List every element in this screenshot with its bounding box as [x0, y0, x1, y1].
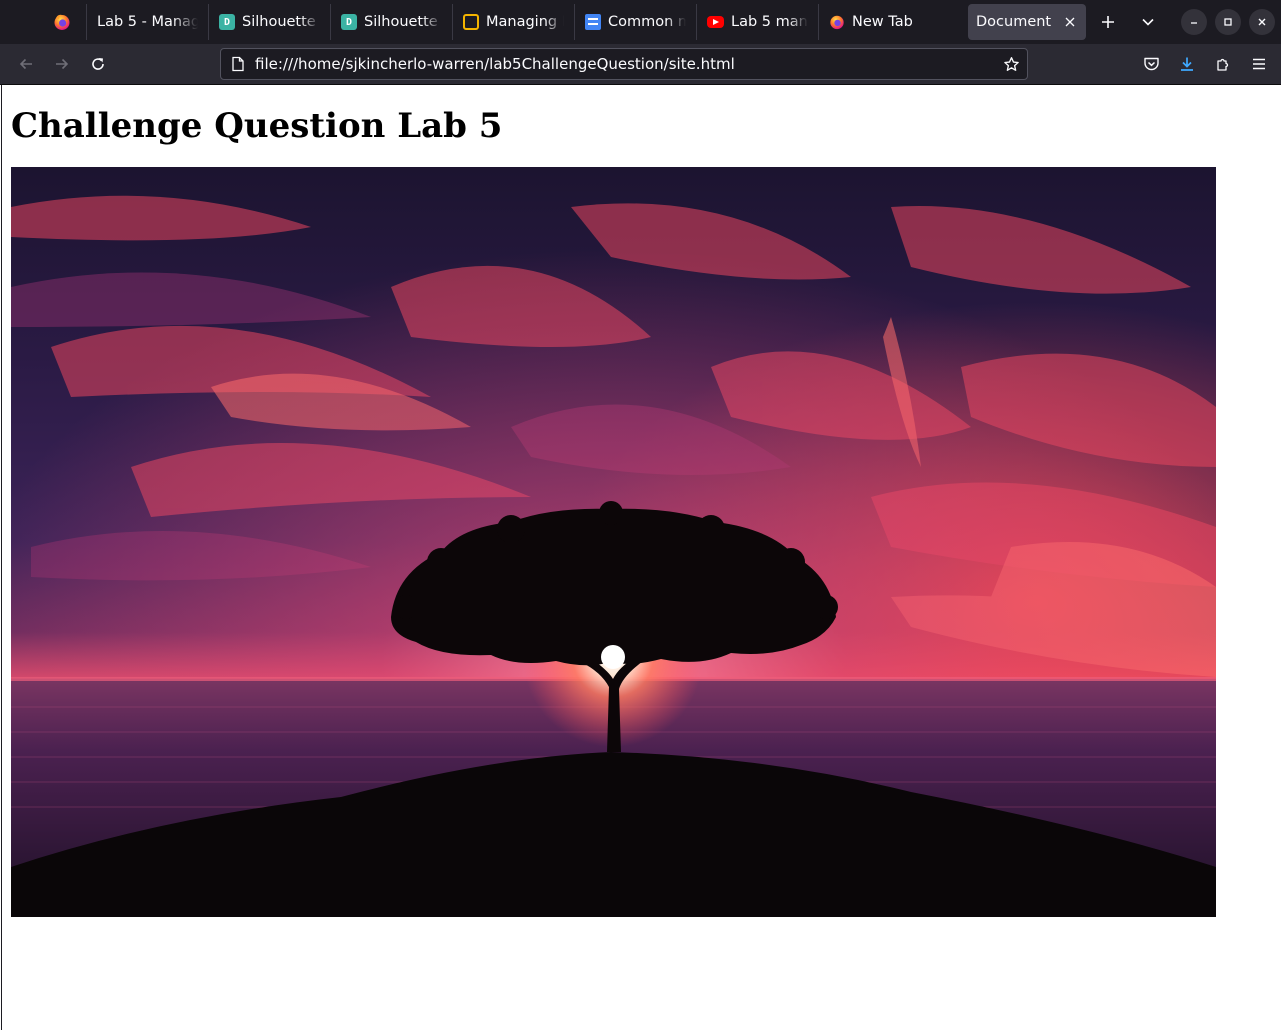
close-tab-button[interactable] [1062, 14, 1078, 30]
slides-icon [463, 14, 479, 30]
reload-button[interactable] [80, 48, 116, 80]
tab-lab5-managing[interactable]: Lab 5 - Managing [86, 4, 208, 40]
toolbar-right [1133, 44, 1277, 84]
docs-icon [585, 14, 601, 30]
d-badge-icon: D [219, 14, 235, 30]
tab-common[interactable]: Common m [574, 4, 696, 40]
tab-silhouette-2[interactable]: D Silhouette of [330, 4, 452, 40]
plus-icon [1102, 16, 1114, 28]
firefox-icon [54, 14, 70, 30]
tab-label: Document [976, 14, 1052, 30]
page-heading: Challenge Question Lab 5 [11, 106, 503, 146]
maximize-button[interactable] [1215, 9, 1241, 35]
window-controls [1181, 0, 1281, 44]
tab-label: Lab 5 manag [731, 14, 808, 30]
navigation-toolbar: file:///home/sjkincherlo-warren/lab5Chal… [0, 44, 1281, 85]
d-badge-icon: D [341, 14, 357, 30]
firefox-icon [830, 15, 844, 30]
back-button[interactable] [8, 48, 44, 80]
tab-label: Lab 5 - Managing [97, 14, 198, 30]
tab-new-tab[interactable]: New Tab [818, 4, 940, 40]
arrow-right-icon [56, 58, 69, 70]
star-icon [1003, 56, 1019, 71]
tab-managing-fi[interactable]: Managing Fi [452, 4, 574, 40]
url-text[interactable]: file:///home/sjkincherlo-warren/lab5Chal… [253, 55, 995, 73]
maximize-icon [1224, 18, 1232, 26]
tab-strip: Lab 5 - Managing D Silhouette of D Silho… [0, 0, 1281, 44]
reload-icon [92, 58, 104, 70]
chevron-down-icon [1142, 18, 1154, 26]
close-window-button[interactable] [1249, 9, 1275, 35]
forward-button[interactable] [44, 48, 80, 80]
pocket-button[interactable] [1133, 48, 1169, 80]
minimize-button[interactable] [1181, 9, 1207, 35]
tab-silhouette-1[interactable]: D Silhouette of [208, 4, 330, 40]
puzzle-icon [1217, 58, 1229, 71]
tab-label: Common m [608, 14, 686, 30]
bookmark-star-button[interactable] [995, 56, 1027, 73]
tab-document-active[interactable]: Document [968, 4, 1086, 40]
tab-label: Silhouette of [242, 14, 320, 30]
firefox-view-button[interactable] [0, 0, 86, 44]
minimize-icon [1191, 22, 1197, 24]
arrow-left-icon [19, 58, 32, 70]
downloads-button[interactable] [1169, 48, 1205, 80]
tab-label: New Tab [852, 14, 913, 30]
close-icon [1258, 18, 1266, 26]
hamburger-menu-icon [1253, 58, 1265, 70]
new-tab-button[interactable] [1088, 0, 1128, 44]
page-icon [232, 56, 244, 72]
extensions-button[interactable] [1205, 48, 1241, 80]
pocket-icon [1143, 57, 1159, 71]
close-icon [1065, 17, 1075, 27]
app-menu-button[interactable] [1241, 48, 1277, 80]
youtube-icon [707, 16, 724, 28]
page-viewport: Challenge Question Lab 5 [1, 85, 1281, 1030]
address-bar[interactable]: file:///home/sjkincherlo-warren/lab5Chal… [220, 48, 1028, 80]
download-icon [1181, 57, 1193, 71]
list-all-tabs-button[interactable] [1128, 0, 1168, 44]
sunset-tree-photo [11, 167, 1216, 917]
tab-lab5-youtube[interactable]: Lab 5 manag [696, 4, 818, 40]
tab-label: Managing Fi [486, 14, 564, 30]
tab-label: Silhouette of [364, 14, 442, 30]
page-info-button[interactable] [223, 56, 253, 72]
